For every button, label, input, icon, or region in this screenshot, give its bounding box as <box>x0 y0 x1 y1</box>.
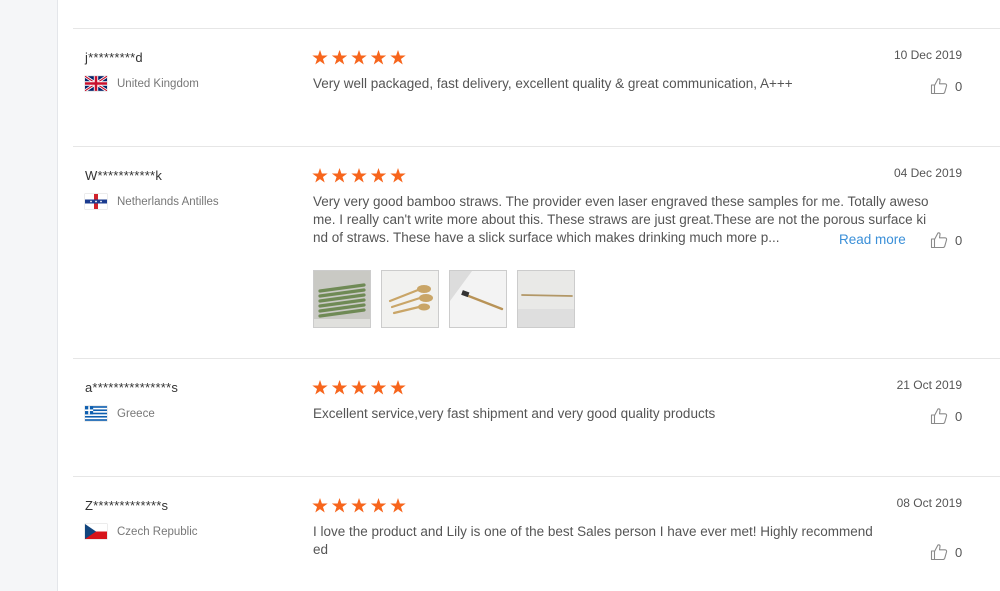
thumbs-up-icon <box>930 78 948 95</box>
star-icon <box>331 50 348 65</box>
bamboo-straws-photo[interactable] <box>313 270 371 328</box>
divider <box>73 146 1000 147</box>
like-button[interactable]: 0 <box>930 407 962 425</box>
reviewer-country: Czech Republic <box>85 524 198 539</box>
review-date: 10 Dec 2019 <box>893 48 962 62</box>
country-name: Netherlands Antilles <box>117 195 219 208</box>
star-icon <box>351 498 367 513</box>
like-count: 0 <box>955 232 963 248</box>
like-button[interactable]: 0 <box>930 543 962 561</box>
star-icon <box>331 380 348 395</box>
reviewer-country: Netherlands Antilles <box>85 194 219 209</box>
read-more-link[interactable]: Read more <box>839 232 906 247</box>
country-name: Czech Republic <box>117 525 198 538</box>
divider <box>73 28 1000 29</box>
star-rating <box>312 168 410 186</box>
reviewer-country: United Kingdom <box>85 76 199 91</box>
netherlands-antilles-flag-icon <box>85 194 107 209</box>
star-rating <box>312 498 410 516</box>
star-icon <box>331 498 348 513</box>
star-icon <box>331 168 348 183</box>
like-button[interactable]: 0 <box>930 231 962 249</box>
reviewer-name: a***************s <box>85 380 179 395</box>
star-icon <box>390 498 406 513</box>
star-icon <box>312 498 328 513</box>
like-count: 0 <box>955 544 963 560</box>
divider <box>73 476 1000 477</box>
country-name: United Kingdom <box>117 77 199 90</box>
thumbs-up-icon <box>930 232 948 249</box>
star-icon <box>312 168 328 183</box>
single-straw-photo[interactable] <box>517 270 575 328</box>
star-icon <box>390 168 406 183</box>
uk-flag-icon <box>85 76 107 91</box>
review-photos <box>313 270 585 328</box>
review-comment: Very well packaged, fast delivery, excel… <box>313 76 793 91</box>
reviewer-name: W***********k <box>85 168 163 183</box>
star-icon <box>312 380 328 395</box>
reviewer-country: Greece <box>85 406 155 421</box>
star-icon <box>351 380 367 395</box>
review-comment: Excellent service,very fast shipment and… <box>313 406 716 421</box>
star-icon <box>351 50 367 65</box>
reviewer-name: Z*************s <box>85 498 169 513</box>
star-icon <box>370 168 387 183</box>
divider <box>73 358 1000 359</box>
star-icon <box>390 50 406 65</box>
star-icon <box>370 380 387 395</box>
star-icon <box>370 50 387 65</box>
review-date: 21 Oct 2019 <box>896 378 962 392</box>
reviewer-name: j*********d <box>85 50 143 65</box>
thumbs-up-icon <box>930 408 948 425</box>
wooden-spoons-photo[interactable] <box>381 270 439 328</box>
like-count: 0 <box>955 78 963 94</box>
bamboo-toothbrush-photo[interactable] <box>449 270 507 328</box>
star-icon <box>351 168 367 183</box>
review-date: 08 Oct 2019 <box>896 496 962 510</box>
czech-flag-icon <box>85 524 107 539</box>
star-rating <box>312 50 410 68</box>
like-button[interactable]: 0 <box>930 77 962 95</box>
star-icon <box>370 498 387 513</box>
country-name: Greece <box>117 407 155 420</box>
star-rating <box>312 380 410 398</box>
greece-flag-icon <box>85 406 107 421</box>
like-count: 0 <box>955 408 963 424</box>
thumbs-up-icon <box>930 544 948 561</box>
star-icon <box>312 50 328 65</box>
star-icon <box>390 380 406 395</box>
review-comment: I love the product and Lily is one of th… <box>313 524 873 557</box>
review-date: 04 Dec 2019 <box>893 166 962 180</box>
